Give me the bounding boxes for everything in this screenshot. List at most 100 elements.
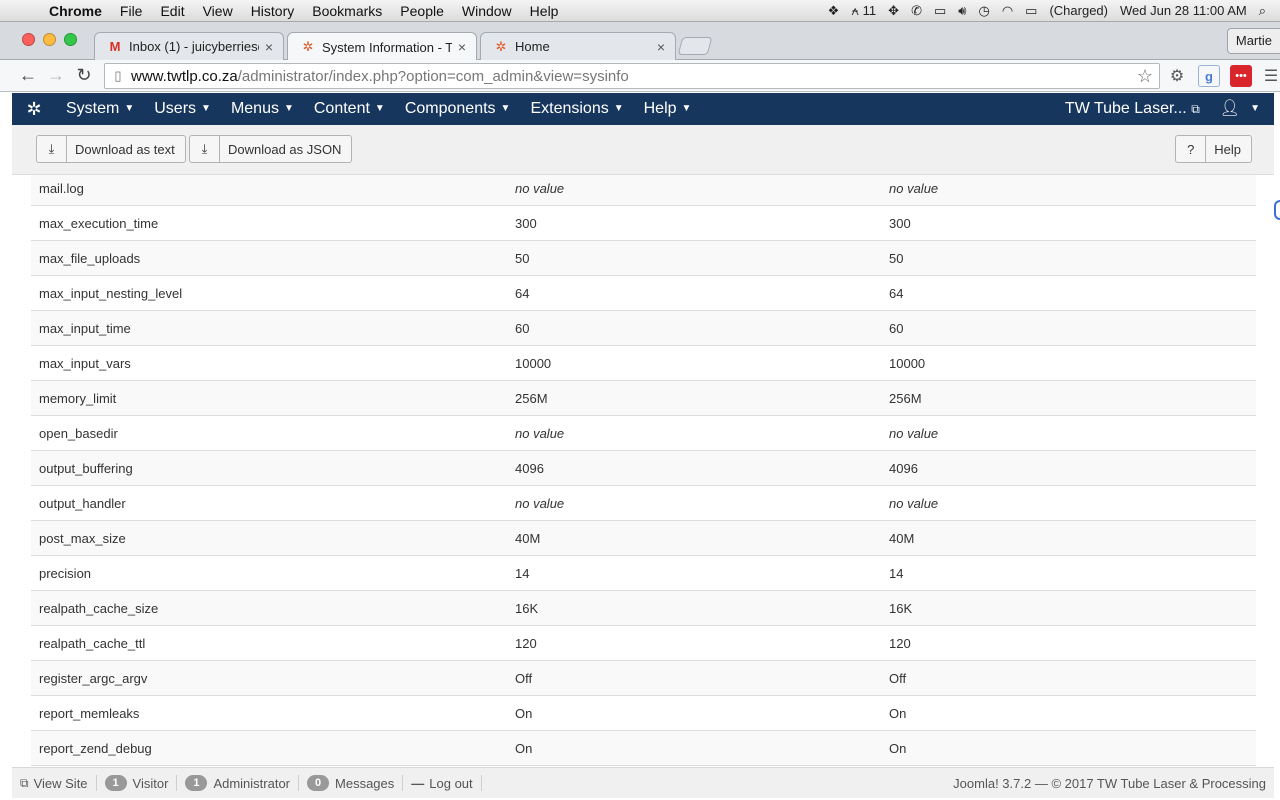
volume-icon[interactable]: 🔊︎ [952,0,972,22]
table-row: report_memleaks On On [31,696,1256,731]
joomla-navbar: ✲ System ▼ Users ▼ Menus ▼ Content ▼ Compone… [12,93,1274,125]
local-value: 50 [515,250,530,266]
nav-system[interactable]: System ▼ [56,93,144,125]
visitors-link[interactable]: 1 Visitor [97,775,178,791]
table-row: register_argc_argv Off Off [31,661,1256,696]
bookmark-star-icon[interactable]: ☆ [1137,66,1153,87]
time-machine-icon[interactable]: ◷ [972,0,995,22]
local-value: 10000 [515,355,552,371]
menu-edit[interactable]: Edit [151,0,193,22]
help-button[interactable]: ? Help [1175,135,1252,163]
user-icon: 👤︎ [1219,100,1241,118]
menu-help[interactable]: Help [521,0,568,22]
page-icon[interactable]: ▯ [105,68,131,84]
setting-name: max_file_uploads [39,250,141,266]
address-bar[interactable]: ▯ www.twtlp.co.za/administrator/index.ph… [104,63,1160,89]
table-row: report_zend_debug On On [31,731,1256,766]
close-tab-icon[interactable]: × [458,39,466,55]
master-value: 10000 [889,355,926,371]
administrators-link[interactable]: 1 Administrator [177,775,300,791]
zoom-window-button[interactable] [64,33,77,46]
menu-view[interactable]: View [194,0,242,22]
download-json-button[interactable]: ⤓ Download as JSON [189,135,353,163]
copyright-text: Joomla! 3.7.2 — © 2017 TW Tube Laser & P… [953,775,1266,791]
site-name: TW Tube Laser... [1064,100,1187,117]
visitor-count-badge: 1 [104,775,127,791]
profile-button[interactable]: Martie [1226,28,1280,54]
master-value: On [889,740,907,756]
tab-title: System Information - TW T [322,39,452,55]
menu-file[interactable]: File [111,0,152,22]
master-value: no value [889,425,939,441]
joomla-logo-icon[interactable]: ✲ [12,99,56,120]
tab-title: Home [515,39,550,54]
logout-label: Log out [429,775,473,791]
nav-content[interactable]: Content ▼ [304,93,395,125]
menu-history[interactable]: History [242,0,304,22]
site-name-link[interactable]: TW Tube Laser... ⧉ [1055,93,1210,125]
lastpass-extension-icon[interactable]: ••• [1230,65,1252,87]
caret-down-icon: ▼ [124,102,135,114]
user-menu[interactable]: 👤︎ ▼ [1210,93,1274,125]
chrome-menu-icon[interactable]: ☰ [1260,65,1280,87]
menu-app-chrome[interactable]: Chrome [40,0,111,22]
master-value: 300 [889,215,911,231]
battery-icon[interactable]: ▭ [1019,0,1043,22]
tab-system-information[interactable]: ✲ System Information - TW T × [287,32,477,61]
close-tab-icon[interactable]: × [265,39,273,55]
joomla-favicon-icon: ✲ [302,39,314,54]
mac-menubar: Chrome File Edit View History Bookmarks … [0,0,1280,22]
table-row: max_file_uploads 50 50 [31,241,1256,276]
settings-gear-icon[interactable]: ⚙ [1166,65,1188,87]
window-controls [22,33,77,46]
wifi-icon[interactable]: ◠ [996,0,1019,22]
forward-icon[interactable]: → [42,65,70,86]
adobe-icon[interactable]: ⍲ 11 [845,0,882,22]
reload-icon[interactable]: ↻ [70,65,98,86]
local-value: On [515,740,533,756]
logout-link[interactable]: — Log out [403,775,482,791]
spotlight-icon[interactable]: ⌕ [1253,0,1272,22]
google-extension-icon[interactable]: g [1198,65,1220,87]
scroll-indicator[interactable] [1274,200,1280,220]
sysinfo-content[interactable]: mail.log no value no value max_execution_t… [12,175,1274,767]
download-text-button[interactable]: ⤓ Download as text [36,135,186,163]
table-row: output_buffering 4096 4096 [31,451,1256,486]
close-window-button[interactable] [22,33,35,46]
menu-bookmarks[interactable]: Bookmarks [303,0,391,22]
url-host: www.twtlp.co.za [131,67,238,85]
dropbox-icon[interactable]: ❖ [822,0,846,22]
view-site-link[interactable]: ⧉ View Site [12,775,97,791]
minimize-window-button[interactable] [43,33,56,46]
question-icon: ? [1176,136,1207,162]
nav-help[interactable]: Help ▼ [634,93,702,125]
master-value: On [889,705,907,721]
local-value: 120 [515,635,537,651]
new-tab-button[interactable] [677,37,713,55]
minus-icon: — [411,775,425,791]
setting-name: realpath_cache_size [39,600,159,616]
menu-window[interactable]: Window [453,0,521,22]
messages-link[interactable]: 0 Messages [299,775,404,791]
clock[interactable]: Wed Jun 28 11:00 AM [1114,0,1253,22]
nav-label: Components [404,100,496,118]
master-value: no value [889,180,939,196]
nav-menus[interactable]: Menus ▼ [221,93,304,125]
table-row: realpath_cache_ttl 120 120 [31,626,1256,661]
nav-components[interactable]: Components ▼ [395,93,521,125]
nav-extensions[interactable]: Extensions ▼ [520,93,633,125]
nav-users[interactable]: Users ▼ [144,93,221,125]
move-icon[interactable]: ✥ [882,0,905,22]
nav-label: Menus [230,100,279,118]
master-value: 4096 [889,460,918,476]
back-icon[interactable]: ← [14,65,42,86]
phone-icon[interactable]: ✆ [905,0,928,22]
close-tab-icon[interactable]: × [657,39,665,55]
tab-home[interactable]: ✲ Home × [480,32,676,60]
setting-name: register_argc_argv [39,670,148,686]
tab-strip: M Inbox (1) - juicyberriesdes × ✲ System… [0,22,1280,61]
display-icon[interactable]: ▭ [928,0,952,22]
navbar-right: TW Tube Laser... ⧉ 👤︎ ▼ [1055,93,1274,125]
menu-people[interactable]: People [391,0,453,22]
tab-inbox[interactable]: M Inbox (1) - juicyberriesdes × [94,32,284,60]
